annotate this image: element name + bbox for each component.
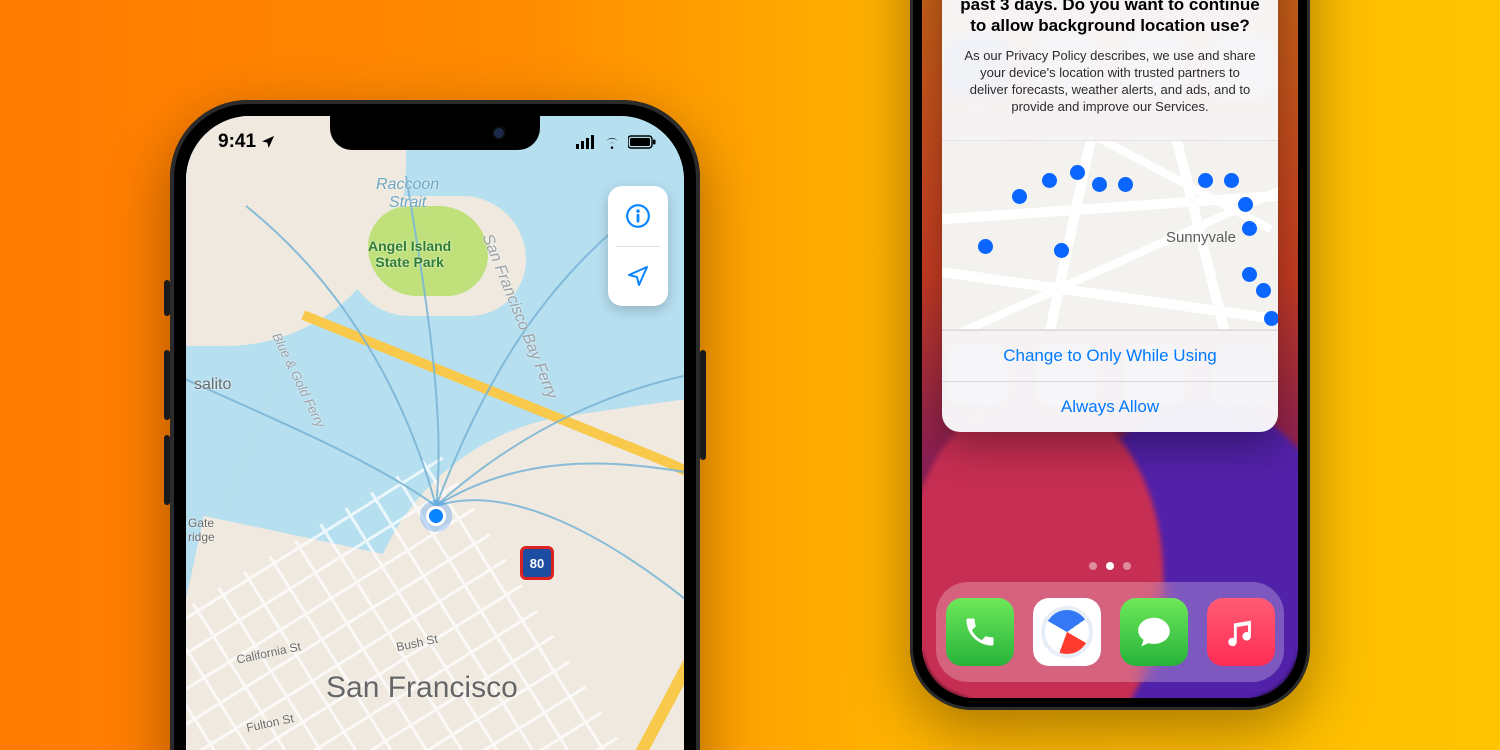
location-dot bbox=[1054, 243, 1069, 258]
wifi-icon bbox=[602, 135, 622, 149]
power-button[interactable] bbox=[700, 350, 706, 460]
dock-messages[interactable] bbox=[1120, 598, 1188, 666]
location-dot bbox=[1012, 189, 1027, 204]
location-dot bbox=[1092, 177, 1107, 192]
volume-up-button[interactable] bbox=[164, 350, 170, 420]
btn-always-allow[interactable]: Always Allow bbox=[942, 381, 1278, 432]
location-dot bbox=[1242, 267, 1257, 282]
cellular-icon bbox=[576, 135, 596, 149]
location-dot bbox=[1264, 311, 1278, 326]
info-button[interactable] bbox=[608, 186, 668, 246]
phone-right: FaceTime Calendar Photos Camera M Rem N … bbox=[910, 0, 1310, 710]
location-dot bbox=[1238, 197, 1253, 212]
map-controls bbox=[608, 186, 668, 306]
screen-right: FaceTime Calendar Photos Camera M Rem N … bbox=[922, 0, 1298, 698]
notch bbox=[330, 116, 540, 150]
location-dot bbox=[1042, 173, 1057, 188]
label-san-francisco: San Francisco bbox=[326, 671, 518, 705]
alert-title: “App” has used your location 14 times in… bbox=[960, 0, 1260, 37]
label-sausalito: salito bbox=[194, 376, 231, 394]
status-time: 9:41 bbox=[218, 131, 256, 153]
locate-me-button[interactable] bbox=[608, 247, 668, 307]
volume-down-button[interactable] bbox=[164, 435, 170, 505]
dock bbox=[936, 582, 1284, 682]
city-label: Sunnyvale bbox=[1166, 229, 1236, 246]
label-angel-island: Angel Island State Park bbox=[368, 238, 451, 270]
user-location-dot bbox=[426, 506, 446, 526]
label-i80: 80 bbox=[530, 556, 544, 571]
screen-left: 9:41 bbox=[186, 116, 684, 750]
location-alert: “App” has used your location 14 times in… bbox=[942, 0, 1278, 432]
compass-icon bbox=[1041, 606, 1093, 658]
alert-map: Sunnyvale bbox=[942, 140, 1278, 330]
map-canvas[interactable]: salito Raccoon Strait Angel Island State… bbox=[186, 116, 684, 750]
alert-actions: Change to Only While Using Always Allow bbox=[942, 330, 1278, 432]
dock-phone[interactable] bbox=[946, 598, 1014, 666]
alert-description: As our Privacy Policy describes, we use … bbox=[960, 47, 1260, 116]
btn-only-while-using[interactable]: Change to Only While Using bbox=[942, 330, 1278, 381]
location-dot bbox=[1198, 173, 1213, 188]
mute-switch[interactable] bbox=[164, 280, 170, 316]
phone-left: 9:41 bbox=[170, 100, 700, 750]
page-indicator[interactable] bbox=[922, 562, 1298, 570]
location-dot bbox=[1070, 165, 1085, 180]
camera-icon bbox=[492, 126, 506, 140]
location-dot bbox=[1118, 177, 1133, 192]
dock-safari[interactable] bbox=[1033, 598, 1101, 666]
stage: 9:41 bbox=[0, 0, 1500, 750]
location-dot bbox=[978, 239, 993, 254]
location-dot bbox=[1242, 221, 1257, 236]
label-raccoon-strait: Raccoon Strait bbox=[376, 176, 439, 212]
status-right bbox=[576, 135, 656, 149]
location-dot bbox=[1256, 283, 1271, 298]
shield-i80: 80 bbox=[520, 546, 554, 580]
location-arrow-icon bbox=[260, 134, 276, 150]
location-dot bbox=[1224, 173, 1239, 188]
dock-music[interactable] bbox=[1207, 598, 1275, 666]
status-left: 9:41 bbox=[218, 131, 276, 153]
label-gate-bridge: Gate ridge bbox=[188, 516, 215, 544]
battery-icon bbox=[628, 135, 656, 149]
